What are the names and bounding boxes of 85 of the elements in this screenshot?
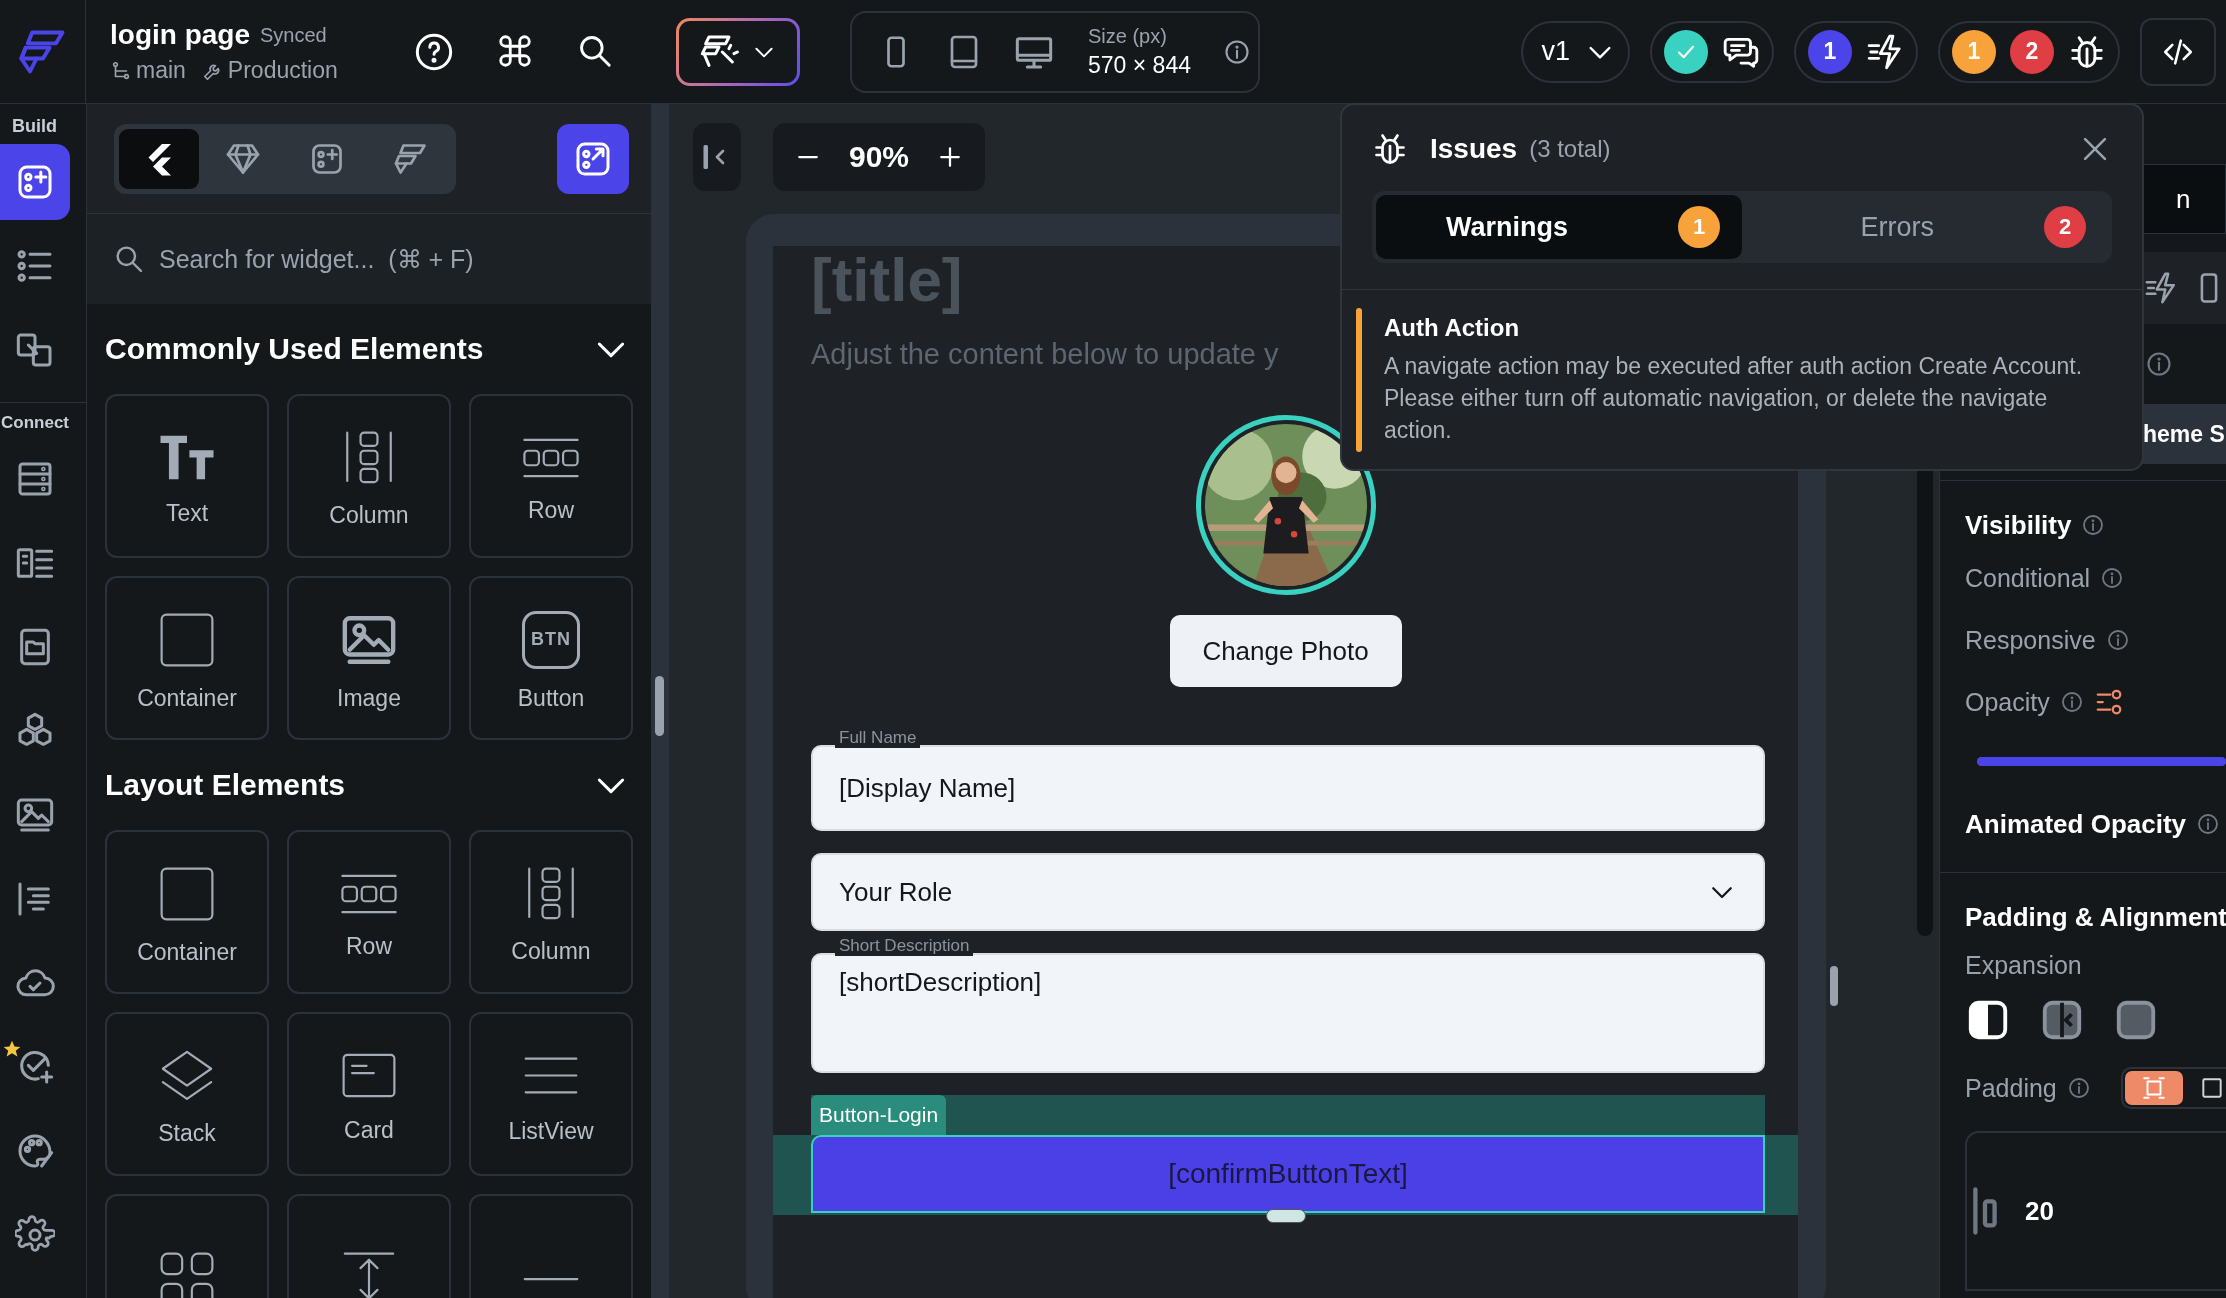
widget-card[interactable]: Card — [287, 1012, 451, 1176]
size-label: Size (px) — [1088, 24, 1168, 48]
version-button[interactable]: v1 — [1521, 20, 1630, 83]
environment-name[interactable]: Production — [227, 57, 338, 84]
field-label: Full Name — [835, 728, 921, 748]
issue-title: Auth Action — [1384, 314, 1521, 342]
branch-name[interactable]: main — [136, 57, 186, 84]
issues-tab[interactable]: Errors 2 — [1742, 195, 2108, 259]
resize-handle[interactable] — [1265, 1209, 1306, 1223]
grid-icon — [158, 1250, 216, 1298]
size-value: 570 × 844 — [1088, 51, 1191, 79]
info-icon — [2145, 350, 2173, 378]
lightning-icon — [1866, 32, 1904, 71]
widget-card[interactable]: BTN Button — [469, 576, 633, 740]
property-label: Opacity — [1965, 687, 2050, 717]
widget-card[interactable]: Stack — [105, 1012, 269, 1176]
uniform-padding-icon — [2140, 1075, 2167, 1101]
collapse-button[interactable] — [693, 123, 741, 191]
change-photo-button[interactable]: Change Photo — [1169, 615, 1402, 687]
library-tab[interactable] — [119, 128, 199, 189]
widget-card[interactable]: Column — [287, 394, 451, 558]
settings-icon — [15, 1215, 55, 1255]
widget-name-tag[interactable]: Button-Login — [811, 1095, 947, 1135]
padding-mode-toggle[interactable] — [2124, 1071, 2183, 1105]
project-title: login page — [110, 19, 250, 51]
button-widget-icon: BTN — [522, 610, 580, 669]
scrollbar-thumb[interactable] — [1830, 966, 1838, 1006]
search-icon — [113, 243, 145, 275]
property-label: Conditional — [1965, 563, 2091, 593]
input-field[interactable]: [Display Name] — [811, 745, 1765, 831]
agent-pill[interactable]: 1 — [1794, 20, 1918, 83]
info-icon — [2059, 690, 2084, 714]
opacity-slider[interactable] — [1977, 757, 2226, 766]
widget-card[interactable]: Container — [105, 576, 269, 740]
bug-icon — [1372, 131, 1408, 167]
issues-pill[interactable]: 1 2 — [1938, 20, 2120, 83]
field-label: Short Description — [835, 936, 974, 956]
section-title: Layout Elements — [105, 768, 346, 802]
code-button[interactable] — [2140, 17, 2216, 86]
star-badge-icon — [2, 1039, 22, 1059]
count-badge: 1 — [1678, 206, 1720, 248]
section-title: Animated Opacity — [1965, 808, 2187, 840]
widget-card[interactable]: Image — [287, 576, 451, 740]
widget-card[interactable]: Row — [287, 830, 451, 994]
page-subtitle: Adjust the content below to update y — [811, 338, 1279, 371]
info-icon — [2105, 628, 2130, 652]
count-badge: 1 — [1952, 29, 1996, 74]
nav-button[interactable] — [0, 144, 70, 220]
property-label: Padding — [1965, 1073, 2057, 1103]
issues-tab[interactable]: Warnings 1 — [1376, 195, 1742, 259]
section-title: Commonly Used Elements — [105, 332, 484, 366]
count-badge: 2 — [2010, 29, 2054, 74]
info-icon — [2081, 513, 2106, 537]
left-padding-icon — [1973, 1187, 1997, 1235]
status-pill[interactable] — [1650, 20, 1774, 83]
section-title: Visibility — [1965, 509, 2072, 541]
widget-card[interactable]: Row — [469, 394, 633, 558]
popup-title: Issues — [1430, 133, 1518, 165]
widget-card[interactable]: Column — [469, 830, 633, 994]
info-icon — [2066, 1076, 2091, 1100]
section-title: Padding & Alignment — [1965, 901, 2226, 933]
sync-status: Synced — [260, 23, 327, 47]
padding-value[interactable]: 20 — [2025, 1195, 2054, 1227]
widget-card[interactable]: Container — [105, 830, 269, 994]
count-badge: 2 — [2044, 206, 2086, 248]
section-label: Build — [11, 114, 58, 138]
lightning-icon — [2144, 271, 2178, 305]
widget-card[interactable]: Text — [105, 394, 269, 558]
scrollbar-thumb[interactable] — [655, 676, 664, 736]
count-badge: 1 — [1808, 29, 1852, 74]
info-icon — [2100, 566, 2125, 590]
branch-icon — [110, 59, 132, 82]
info-icon — [2196, 812, 2221, 836]
widget-card[interactable]: ListView — [469, 1012, 633, 1176]
section-label: Connect — [0, 412, 70, 434]
issue-message: A navigate action may be executed after auth action Create Account. Please either turn off automatic navigation, or delete the navigate action. — [1384, 352, 2084, 445]
info-icon — [1222, 37, 1251, 66]
input-field[interactable]: [shortDescription] — [811, 953, 1765, 1073]
help-icon[interactable] — [414, 31, 454, 72]
zoom-level: 90% — [849, 140, 910, 174]
dropdown-field[interactable]: Your Role — [811, 853, 1765, 931]
export-widget-button[interactable] — [557, 123, 629, 194]
property-label: Expansion — [1965, 950, 2082, 980]
property-label: Responsive — [1965, 625, 2096, 655]
issue-total: (3 total) — [1529, 135, 1611, 163]
